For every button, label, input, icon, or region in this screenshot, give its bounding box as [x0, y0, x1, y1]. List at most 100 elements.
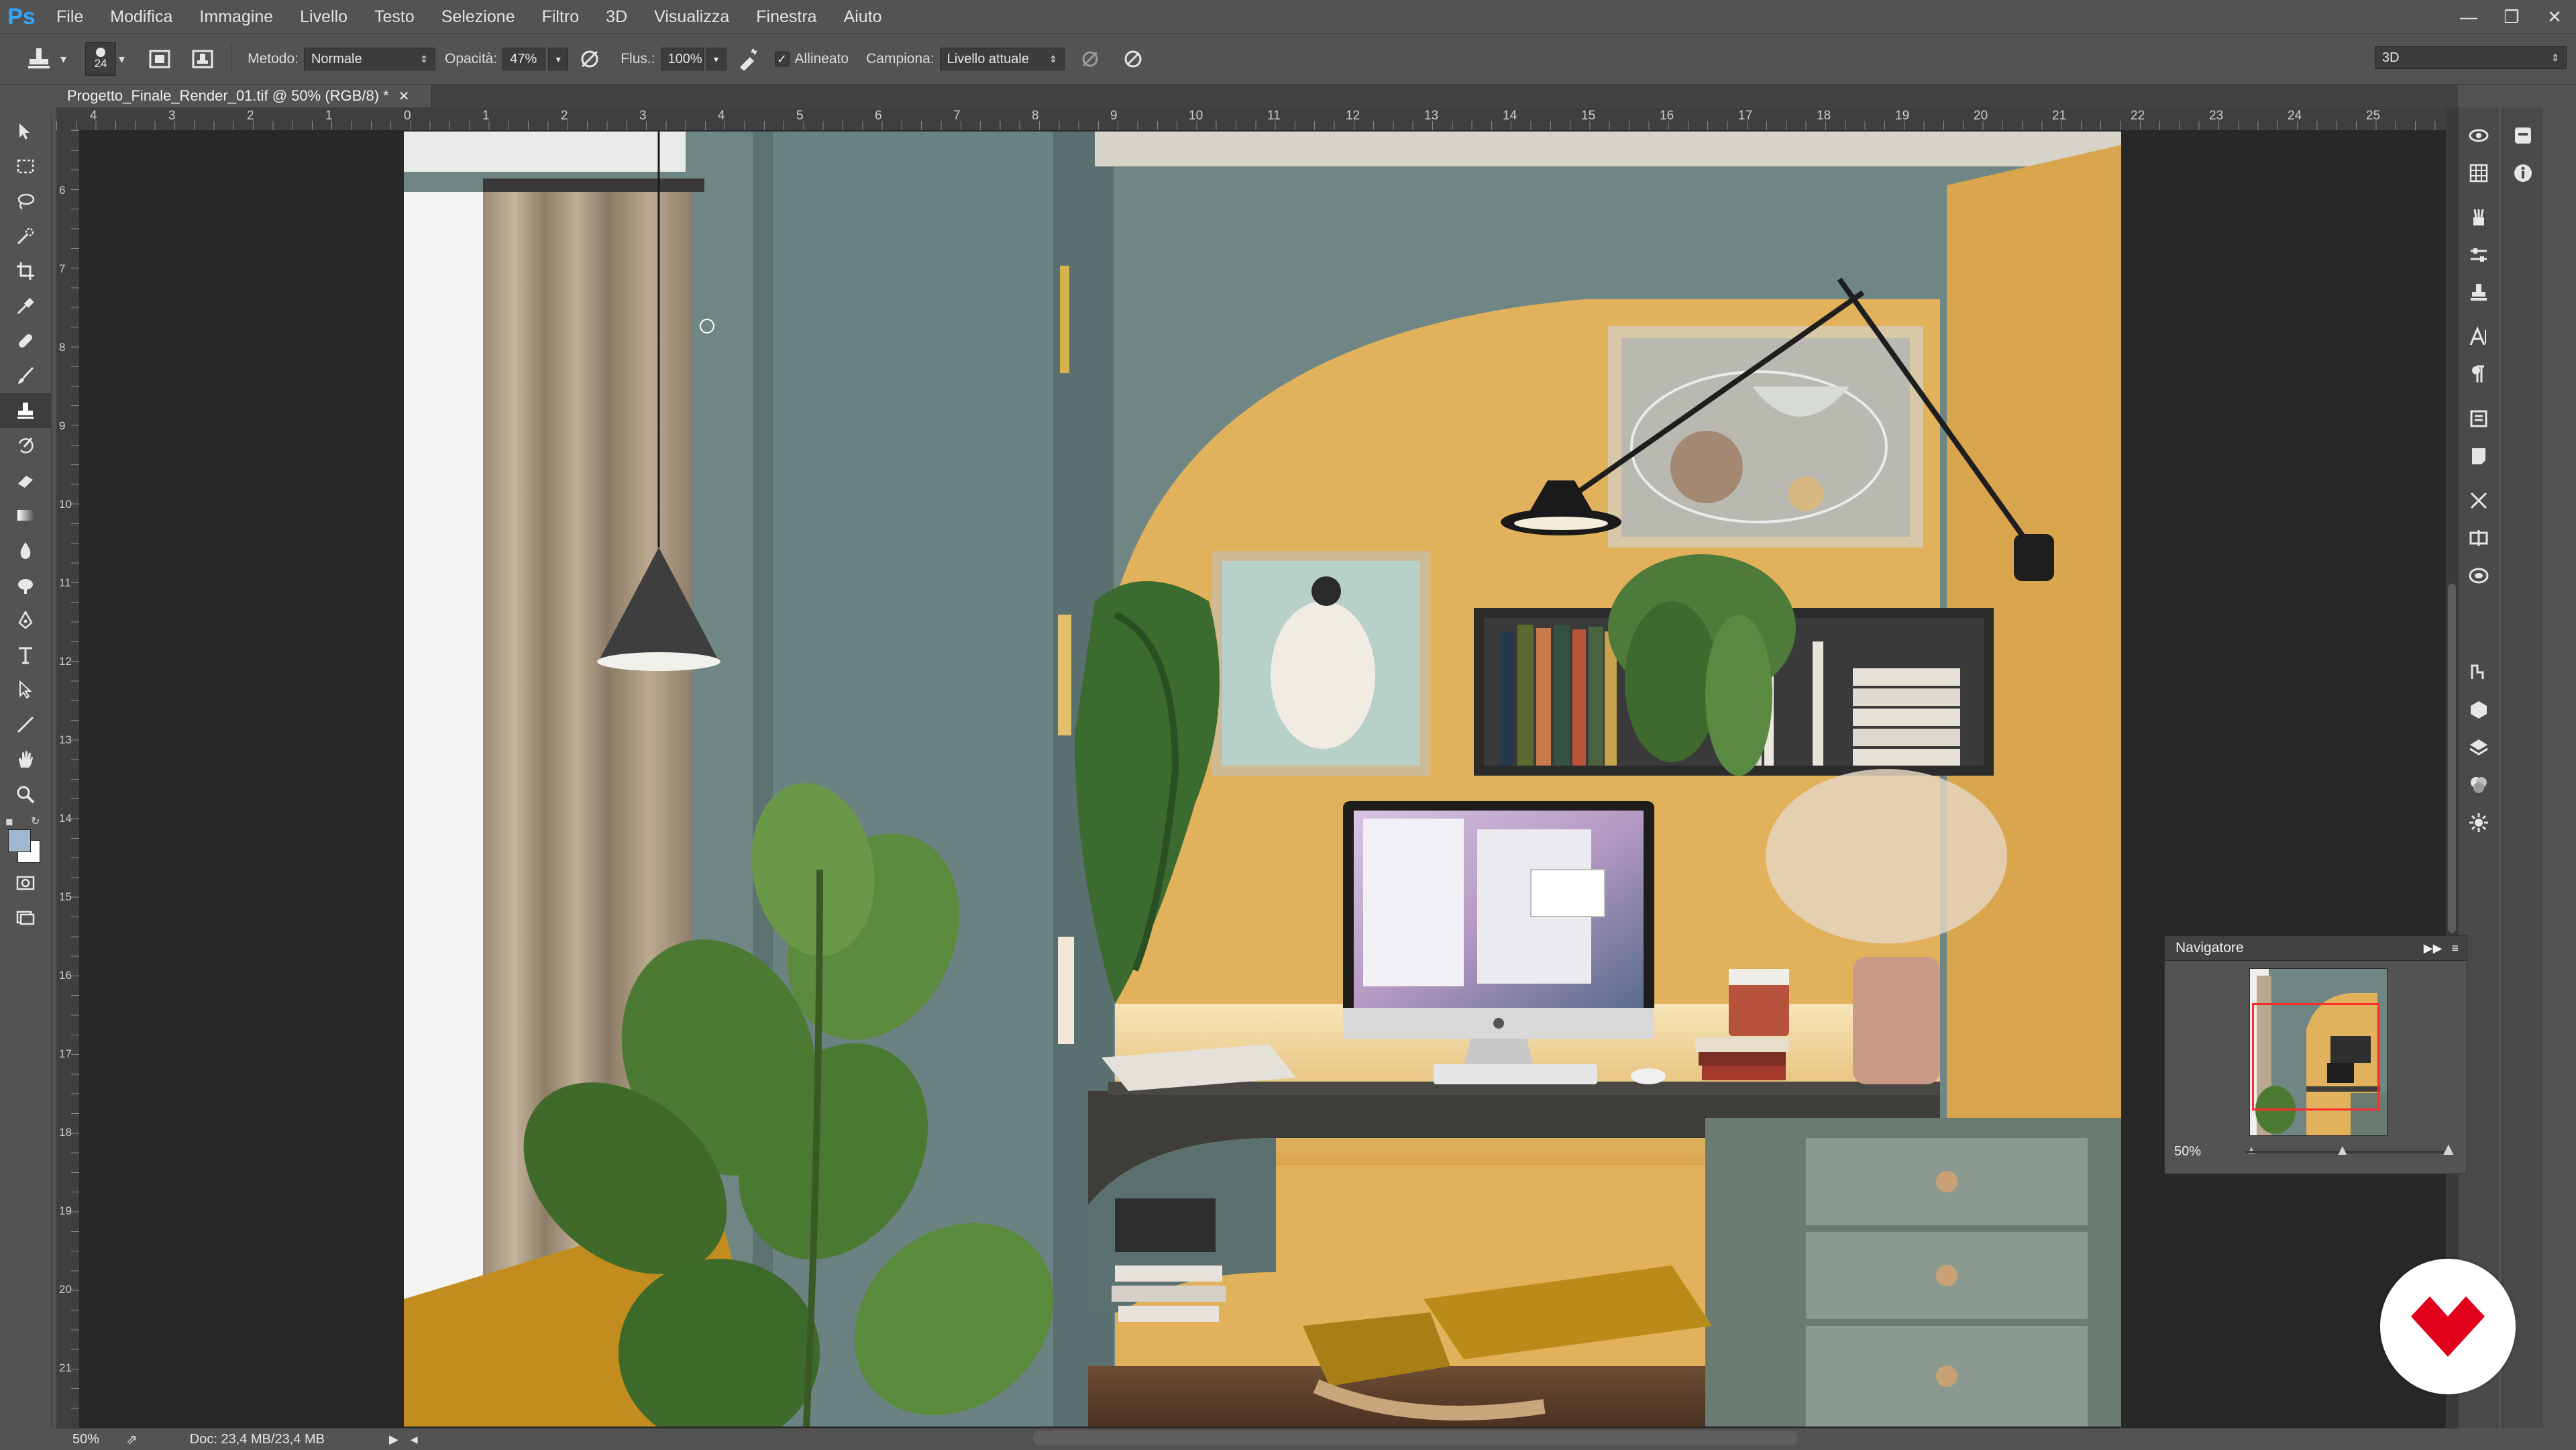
- foreground-color[interactable]: [8, 829, 31, 852]
- dock-layers-icon[interactable]: [2459, 729, 2499, 766]
- airbrush-icon[interactable]: [732, 43, 764, 75]
- line-tool[interactable]: [0, 707, 51, 742]
- share-icon[interactable]: ⇗: [126, 1431, 138, 1448]
- document-tab[interactable]: Progetto_Finale_Render_01.tif @ 50% (RGB…: [56, 85, 432, 107]
- ruler-label: 6: [875, 109, 882, 123]
- navigator-zoom-value[interactable]: 50%: [2174, 1144, 2201, 1159]
- pressure-size-icon[interactable]: [1117, 43, 1149, 75]
- menu-file[interactable]: File: [43, 0, 97, 34]
- crop-tool[interactable]: [0, 254, 51, 289]
- opacity-input[interactable]: 47%: [502, 48, 546, 70]
- default-colors-icon[interactable]: ◼: [5, 816, 13, 827]
- type-tool[interactable]: [0, 637, 51, 672]
- zoom-tool[interactable]: [0, 777, 51, 812]
- status-zoom[interactable]: 50%: [72, 1432, 99, 1447]
- menu-visualizza[interactable]: Visualizza: [641, 0, 743, 34]
- menu-modifica[interactable]: Modifica: [97, 0, 186, 34]
- brush-size-arrow-icon[interactable]: ▾: [119, 52, 125, 66]
- dock-light-icon[interactable]: [2459, 804, 2499, 841]
- clone-stamp-tool[interactable]: [0, 393, 51, 428]
- dock-adjust-icon[interactable]: [2459, 236, 2499, 274]
- dock-timeline-icon[interactable]: [2459, 519, 2499, 557]
- scroll-left-icon[interactable]: ◀: [411, 1434, 418, 1445]
- eyedropper-tool[interactable]: [0, 289, 51, 323]
- dock-character-icon[interactable]: [2459, 318, 2499, 356]
- menu-selezione[interactable]: Selezione: [428, 0, 529, 34]
- dock-3d-icon[interactable]: [2459, 117, 2499, 154]
- brush-tool[interactable]: [0, 358, 51, 393]
- ruler-left[interactable]: 6 7 8 9 10 11 12 13 14 15 16 17 18 19 20…: [56, 130, 80, 1428]
- eraser-tool[interactable]: [0, 463, 51, 498]
- menu-aiuto[interactable]: Aiuto: [830, 0, 896, 34]
- ruler-top[interactable]: 4 3 2 1 0 1 2 3 4 5 6 7 8 9 10 11 12 13 …: [56, 107, 2458, 131]
- panel-collapse-icon[interactable]: ▶▶: [2424, 941, 2443, 955]
- dock-tools-icon[interactable]: [2459, 482, 2499, 519]
- opacity-slider-toggle[interactable]: ▾: [548, 48, 569, 70]
- method-select[interactable]: Normale ⇕: [303, 48, 435, 70]
- navigator-header[interactable]: Navigatore ▶▶ ≡: [2165, 936, 2467, 961]
- lasso-tool[interactable]: [0, 184, 51, 219]
- zoom-in-icon[interactable]: ▲: [2440, 1139, 2457, 1159]
- workspace-select[interactable]: 3D ⇕: [2375, 46, 2567, 69]
- healing-tool[interactable]: [0, 323, 51, 358]
- color-swatches[interactable]: ◼ ↻: [0, 812, 51, 866]
- dock-actions-icon[interactable]: [2459, 400, 2499, 437]
- path-select-tool[interactable]: [0, 672, 51, 707]
- clone-stamp-preset-icon[interactable]: [23, 43, 55, 75]
- menu-testo[interactable]: Testo: [361, 0, 428, 34]
- zoom-slider-handle[interactable]: ▲: [2335, 1141, 2350, 1159]
- menu-filtro[interactable]: Filtro: [529, 0, 593, 34]
- menu-3d[interactable]: 3D: [592, 0, 641, 34]
- preset-arrow-icon[interactable]: ▾: [60, 52, 66, 66]
- dock-notes-icon[interactable]: [2459, 437, 2499, 475]
- menu-immagine[interactable]: Immagine: [186, 0, 286, 34]
- panel-menu-icon[interactable]: ≡: [2451, 941, 2459, 955]
- pen-tool[interactable]: [0, 603, 51, 637]
- close-icon[interactable]: ✕: [2533, 0, 2576, 34]
- menu-finestra[interactable]: Finestra: [743, 0, 830, 34]
- toggle-clone-source-icon[interactable]: [186, 43, 219, 75]
- dock-3d-cube-icon[interactable]: [2459, 691, 2499, 729]
- dock-brush-presets-icon[interactable]: [2459, 199, 2499, 236]
- dock-libraries-icon[interactable]: [2459, 557, 2499, 594]
- brush-size-picker[interactable]: 24: [85, 42, 117, 76]
- aligned-checkbox[interactable]: ✓ Allineato: [774, 51, 855, 67]
- quick-select-tool[interactable]: [0, 219, 51, 254]
- blur-tool[interactable]: [0, 533, 51, 568]
- swap-colors-icon[interactable]: ↻: [31, 815, 40, 828]
- select-arrows-icon: ⇕: [2551, 52, 2559, 63]
- document-canvas[interactable]: [404, 132, 2121, 1427]
- status-menu-arrow-icon[interactable]: ▶: [389, 1433, 398, 1447]
- quick-mask-button[interactable]: [0, 866, 51, 900]
- dock-info-icon[interactable]: [2503, 154, 2543, 192]
- history-brush-tool[interactable]: [0, 428, 51, 463]
- dock-paths-icon[interactable]: [2459, 654, 2499, 691]
- dock-paragraph-icon[interactable]: [2459, 356, 2499, 393]
- vertical-scroll-thumb[interactable]: [2448, 584, 2456, 933]
- toggle-brush-panel-icon[interactable]: [144, 43, 176, 75]
- ignore-adjustment-icon[interactable]: [1074, 43, 1106, 75]
- dock-grid-icon[interactable]: [2459, 154, 2499, 192]
- dock-clone-source-icon[interactable]: [2459, 274, 2499, 311]
- close-tab-icon[interactable]: ✕: [398, 88, 410, 105]
- gradient-tool[interactable]: [0, 498, 51, 533]
- sample-select[interactable]: Livello attuale ⇕: [939, 48, 1065, 70]
- dock-channels-icon[interactable]: [2459, 766, 2499, 804]
- ruler-label: 10: [59, 498, 72, 511]
- navigator-view-frame[interactable]: [2252, 1003, 2379, 1110]
- marquee-tool[interactable]: [0, 149, 51, 184]
- ruler-label: 0: [404, 109, 411, 123]
- dock-properties-icon[interactable]: [2503, 117, 2543, 154]
- dodge-tool[interactable]: [0, 568, 51, 603]
- horizontal-scroll-thumb[interactable]: [1033, 1431, 1798, 1445]
- zoom-out-icon[interactable]: ▴: [2248, 1141, 2255, 1158]
- pressure-opacity-icon[interactable]: [574, 43, 606, 75]
- restore-icon[interactable]: ❐: [2490, 0, 2533, 34]
- flow-slider-toggle[interactable]: ▾: [706, 48, 727, 70]
- menu-livello[interactable]: Livello: [286, 0, 361, 34]
- move-tool[interactable]: [0, 114, 51, 149]
- flow-input[interactable]: 100%: [660, 48, 704, 70]
- hand-tool[interactable]: [0, 742, 51, 777]
- screen-mode-button[interactable]: [0, 900, 51, 935]
- minimize-icon[interactable]: —: [2447, 0, 2490, 34]
